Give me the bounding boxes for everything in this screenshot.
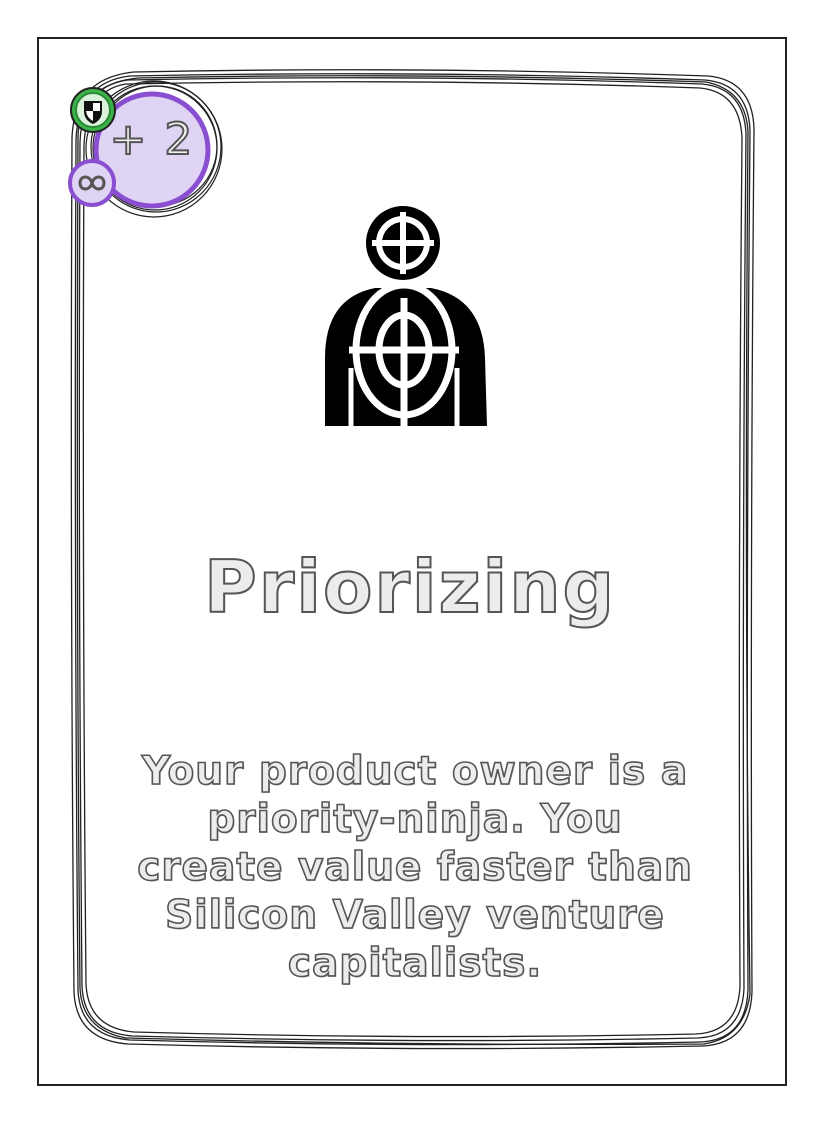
person-target-icon bbox=[325, 206, 487, 426]
card-description: Your product owner is a priority-ninja. … bbox=[136, 748, 693, 987]
card-title: Priorizing bbox=[203, 545, 616, 629]
badge-value: + 2 bbox=[109, 114, 195, 165]
